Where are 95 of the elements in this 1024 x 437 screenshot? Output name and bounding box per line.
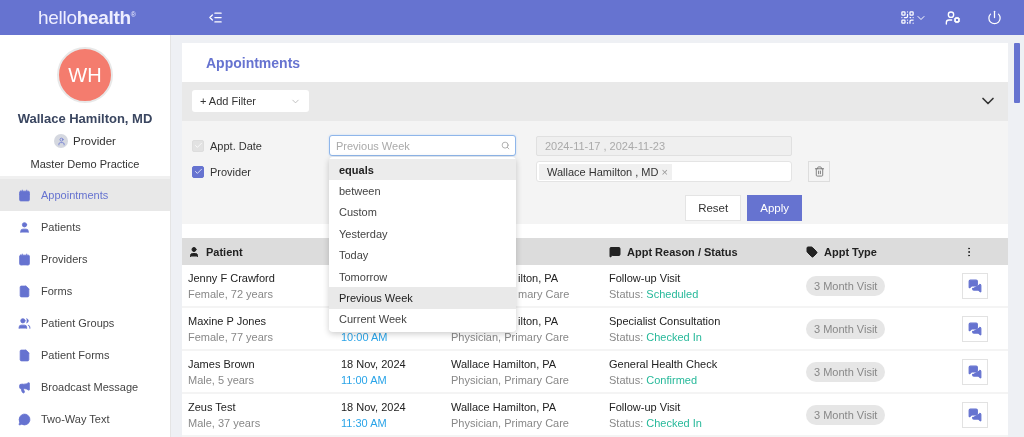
chat-button[interactable] <box>962 358 988 385</box>
sidebar-item[interactable]: Patient Groups <box>0 307 170 339</box>
appt-reason: Specialist Consultation <box>609 314 722 327</box>
appt-status: Status: Checked In <box>609 330 703 343</box>
check-icon <box>193 167 203 177</box>
chat-icon <box>968 407 982 422</box>
patient-name: Zeus Test <box>188 400 237 413</box>
appt-status: Status: Scheduled <box>609 287 700 300</box>
delete-button[interactable] <box>808 161 830 183</box>
sidebar-item[interactable]: Forms <box>0 275 170 307</box>
dropdown-option[interactable]: Previous Week <box>329 287 516 309</box>
provider-specialty: Physician, Primary Care <box>451 416 569 429</box>
calendar-icon <box>18 188 31 202</box>
provider-name: ilton, PA <box>518 314 559 327</box>
chat-button[interactable] <box>962 315 988 342</box>
filter-label: Appt. Date <box>210 139 262 152</box>
trash-icon <box>813 166 825 178</box>
dropdown-option[interactable]: Current Week <box>329 308 516 331</box>
page-title: Appointments <box>205 54 302 73</box>
document-icon <box>18 348 31 362</box>
sidebar-item[interactable]: Broadcast Message <box>0 371 170 403</box>
patient-name: James Brown <box>188 357 256 370</box>
comment-icon <box>609 245 621 258</box>
patient-details: Male, 5 years <box>188 373 256 386</box>
dropdown-option[interactable]: equals <box>329 159 516 181</box>
user-icon <box>18 220 31 234</box>
provider-field[interactable]: Wallace Hamilton , MD × <box>536 161 792 183</box>
patient-details: Female, 77 years <box>188 330 274 343</box>
appt-type-tag: 3 Month Visit <box>806 404 886 425</box>
sidebar-item[interactable]: Providers <box>0 243 170 275</box>
provider-name: Wallace Hamilton, PA <box>451 400 557 413</box>
check-icon <box>193 141 203 151</box>
patient-details: Male, 37 years <box>188 416 262 429</box>
apply-button[interactable]: Apply <box>747 194 802 221</box>
dropdown-option[interactable]: Custom <box>329 201 516 224</box>
add-filter-dropdown[interactable]: + Add Filter <box>192 90 309 113</box>
appt-status: Status: Confirmed <box>609 373 699 386</box>
sidebar-item[interactable]: Patients <box>0 211 170 243</box>
appt-type-tag: 3 Month Visit <box>806 275 886 296</box>
user-icon <box>54 134 69 148</box>
search-icon <box>501 141 510 151</box>
checkbox[interactable] <box>192 165 204 178</box>
menu-icon[interactable] <box>208 10 223 25</box>
chat-icon <box>18 412 31 426</box>
appt-date: 18 Nov, 2024 <box>341 400 407 413</box>
reset-button[interactable]: Reset <box>685 194 742 221</box>
megaphone-icon <box>18 380 31 394</box>
appt-type-tag: 3 Month Visit <box>806 361 886 382</box>
appt-reason: Follow-up Visit <box>609 400 682 413</box>
avatar: WH <box>57 47 113 103</box>
appt-time: 11:00 AM <box>341 373 388 386</box>
chat-icon <box>968 364 982 379</box>
appt-date: 18 Nov, 2024 <box>341 357 407 370</box>
column-header: Patient <box>206 245 243 258</box>
provider-specialty: Physician, Primary Care <box>451 373 569 386</box>
appt-time: 11:30 AM <box>341 416 388 429</box>
user-icon <box>188 245 200 258</box>
scrollbar[interactable] <box>1014 43 1020 103</box>
dropdown-option[interactable]: Tomorrow <box>329 265 516 288</box>
qr-code-icon[interactable] <box>900 10 927 25</box>
group-icon <box>18 316 31 330</box>
provider-name: ilton, PA <box>518 271 559 284</box>
dropdown-option[interactable]: Yesterday <box>329 223 516 245</box>
filter-label: Provider <box>210 165 251 178</box>
patient-details: Female, 72 years <box>188 287 274 300</box>
appt-reason: Follow-up Visit <box>609 271 682 284</box>
dropdown-option[interactable]: Today <box>329 244 516 266</box>
sidebar-item[interactable]: Appointments <box>0 179 170 211</box>
sidebar-item[interactable]: Patient Forms <box>0 339 170 371</box>
chat-button[interactable] <box>962 272 988 299</box>
appt-status: Status: Checked In <box>609 416 703 429</box>
user-name: Wallace Hamilton, MD <box>17 111 153 126</box>
patient-name: Maxine P Jones <box>188 314 268 327</box>
user-settings-icon[interactable] <box>945 9 961 26</box>
provider-specialty: mary Care <box>518 287 570 300</box>
chat-icon <box>968 278 982 293</box>
chat-icon <box>968 321 982 336</box>
patient-name: Jenny F Crawford <box>188 271 276 284</box>
power-icon[interactable] <box>987 10 1002 25</box>
column-header: Appt Type <box>824 245 877 258</box>
user-role: Provider <box>73 135 116 147</box>
document-icon <box>18 284 31 298</box>
provider-name: Wallace Hamilton, PA <box>451 357 557 370</box>
sidebar-item[interactable]: Two-Way Text <box>0 403 170 435</box>
app-logo: hellohealth$^{®}$ <box>38 6 137 29</box>
chat-button[interactable] <box>962 401 988 428</box>
dropdown-option[interactable]: between <box>329 180 516 202</box>
appt-reason: General Health Check <box>609 357 719 370</box>
tag-icon <box>806 245 818 258</box>
appt-time: 10:00 AM <box>341 330 389 343</box>
provider-specialty: Physician, Primary Care <box>451 330 569 343</box>
chip-label: Wallace Hamilton , MD <box>547 165 659 178</box>
column-header: Appt Reason / Status <box>627 245 738 258</box>
appt-type-tag: 3 Month Visit <box>806 318 886 339</box>
practice-name: Master Demo Practice <box>30 158 140 170</box>
